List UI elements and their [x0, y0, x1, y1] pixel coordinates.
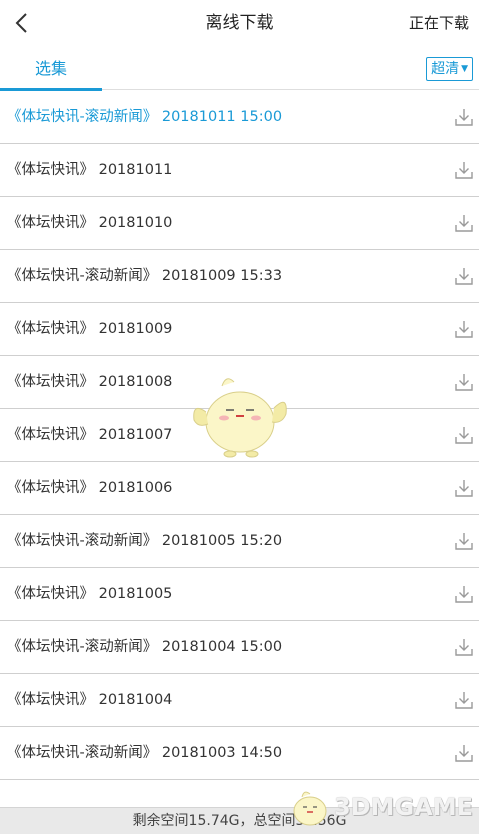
- tab-episodes-label: 选集: [34, 59, 67, 78]
- episode-row[interactable]: 《体坛快讯-滚动新闻》 20181003 14:50: [0, 727, 479, 780]
- episode-row[interactable]: 《体坛快讯》 20181009: [0, 303, 479, 356]
- download-icon[interactable]: [454, 478, 474, 498]
- episode-label: 《体坛快讯-滚动新闻》 20181005 15:20: [7, 533, 283, 549]
- download-icon[interactable]: [454, 690, 474, 710]
- download-icon[interactable]: [454, 425, 474, 445]
- quality-dropdown[interactable]: 超清 ▼: [426, 57, 473, 81]
- download-icon[interactable]: [454, 213, 474, 233]
- episode-label: 《体坛快讯》 20181011: [7, 162, 173, 178]
- episode-row[interactable]: 《体坛快讯》 20181011: [0, 144, 479, 197]
- downloading-button[interactable]: 正在下载: [409, 0, 469, 46]
- watermark: 3DMGAME: [288, 785, 473, 829]
- episode-row[interactable]: 《体坛快讯》 20181005: [0, 568, 479, 621]
- episode-label: 《体坛快讯》 20181005: [7, 586, 173, 602]
- download-icon[interactable]: [454, 107, 474, 127]
- episode-row[interactable]: 《体坛快讯》 20181006: [0, 462, 479, 515]
- download-icon[interactable]: [454, 160, 474, 180]
- episode-row[interactable]: 《体坛快讯-滚动新闻》 20181004 15:00: [0, 621, 479, 674]
- download-icon[interactable]: [454, 743, 474, 763]
- caret-down-icon: ▼: [461, 64, 468, 74]
- episode-label: 《体坛快讯》 20181010: [7, 215, 173, 231]
- episode-label: 《体坛快讯-滚动新闻》 20181011 15:00: [7, 109, 283, 125]
- episode-row[interactable]: 《体坛快讯-滚动新闻》 20181005 15:20: [0, 515, 479, 568]
- tab-bar: 选集 超清 ▼: [0, 50, 479, 91]
- download-icon[interactable]: [454, 531, 474, 551]
- episode-label: 《体坛快讯-滚动新闻》 20181009 15:33: [7, 268, 283, 284]
- episode-label: 《体坛快讯-滚动新闻》 20181003 14:50: [7, 745, 283, 761]
- episode-row[interactable]: 《体坛快讯》 20181010: [0, 197, 479, 250]
- download-icon[interactable]: [454, 637, 474, 657]
- episode-label: 《体坛快讯》 20181009: [7, 321, 173, 337]
- episode-row[interactable]: 《体坛快讯-滚动新闻》 20181009 15:33: [0, 250, 479, 303]
- page-title: 离线下载: [205, 13, 274, 33]
- episode-label: 《体坛快讯-滚动新闻》 20181004 15:00: [7, 639, 283, 655]
- quality-label: 超清: [431, 61, 460, 77]
- episode-row[interactable]: 《体坛快讯》 20181004: [0, 674, 479, 727]
- download-icon[interactable]: [454, 266, 474, 286]
- top-bar: 离线下载 正在下载: [0, 0, 479, 46]
- tab-episodes[interactable]: 选集: [0, 50, 102, 91]
- download-icon[interactable]: [454, 319, 474, 339]
- watermark-text: 3DMGAME: [333, 793, 473, 821]
- mascot-sticker: [193, 378, 287, 458]
- episode-label: 《体坛快讯》 20181004: [7, 692, 173, 708]
- download-icon[interactable]: [454, 372, 474, 392]
- episode-label: 《体坛快讯》 20181006: [7, 480, 173, 496]
- episode-row[interactable]: 《体坛快讯-滚动新闻》 20181011 15:00: [0, 91, 479, 144]
- download-icon[interactable]: [454, 584, 474, 604]
- episode-label: 《体坛快讯》 20181008: [7, 374, 173, 390]
- mascot-logo-icon: [293, 791, 327, 826]
- episode-label: 《体坛快讯》 20181007: [7, 427, 173, 443]
